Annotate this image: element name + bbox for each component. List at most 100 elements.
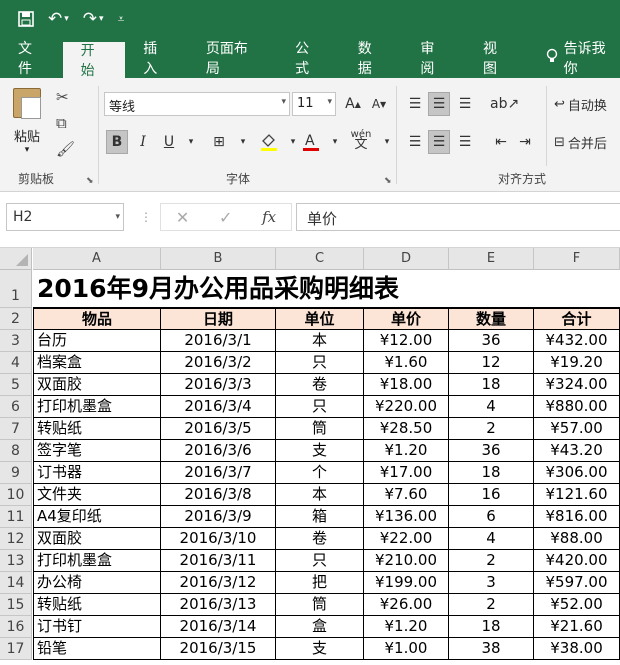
header-cell[interactable]: 单价	[364, 308, 449, 330]
table-cell[interactable]: 双面胶	[33, 528, 161, 550]
table-cell[interactable]: ¥57.00	[534, 418, 620, 440]
table-cell[interactable]: 2016/3/14	[161, 616, 276, 638]
tab-page-layout[interactable]: 页面布局	[188, 38, 277, 78]
header-cell[interactable]: 合计	[534, 308, 620, 330]
chevron-down-icon[interactable]: ▾	[180, 130, 202, 154]
table-cell[interactable]: ¥121.60	[534, 484, 620, 506]
table-cell[interactable]: 打印机墨盒	[33, 396, 161, 418]
table-cell[interactable]: 2016/3/13	[161, 594, 276, 616]
table-cell[interactable]: 把	[276, 572, 364, 594]
table-cell[interactable]: 3	[449, 572, 534, 594]
table-cell[interactable]: 12	[449, 352, 534, 374]
table-cell[interactable]: 转贴纸	[33, 418, 161, 440]
table-cell[interactable]: ¥880.00	[534, 396, 620, 418]
sheet-title[interactable]: 2016年9月办公用品采购明细表	[33, 270, 620, 308]
header-cell[interactable]: 数量	[449, 308, 534, 330]
increase-indent-icon[interactable]: ⇥	[514, 130, 536, 154]
chevron-down-icon[interactable]: ▾	[324, 130, 346, 154]
table-cell[interactable]: ¥220.00	[364, 396, 449, 418]
chevron-down-icon[interactable]: ▾	[232, 130, 254, 154]
redo-icon[interactable]: ↷ ▾	[83, 9, 104, 29]
table-cell[interactable]: ¥597.00	[534, 572, 620, 594]
table-cell[interactable]: 卷	[276, 374, 364, 396]
fill-color-icon[interactable]	[258, 130, 280, 154]
name-box[interactable]: H2 ▾	[6, 203, 124, 231]
header-cell[interactable]: 物品	[33, 308, 161, 330]
tab-formulas[interactable]: 公式	[277, 38, 340, 78]
tab-data[interactable]: 数据	[340, 38, 403, 78]
table-cell[interactable]: ¥324.00	[534, 374, 620, 396]
cut-icon[interactable]: ✂	[56, 88, 69, 106]
table-cell[interactable]: ¥17.00	[364, 462, 449, 484]
row-header[interactable]: 4	[0, 352, 32, 374]
phonetic-guide-icon[interactable]: wén 文	[350, 128, 372, 152]
row-header[interactable]: 2	[0, 308, 32, 330]
table-cell[interactable]: 2016/3/9	[161, 506, 276, 528]
table-cell[interactable]: 筒	[276, 594, 364, 616]
table-cell[interactable]: ¥210.00	[364, 550, 449, 572]
table-cell[interactable]: 2016/3/3	[161, 374, 276, 396]
table-cell[interactable]: 2016/3/12	[161, 572, 276, 594]
table-cell[interactable]: 2016/3/1	[161, 330, 276, 352]
table-cell[interactable]: ¥7.60	[364, 484, 449, 506]
table-cell[interactable]: ¥136.00	[364, 506, 449, 528]
merge-center-button[interactable]: ⊟ 合并后	[554, 130, 607, 154]
row-header[interactable]: 3	[0, 330, 32, 352]
formula-input[interactable]: 单价	[296, 203, 620, 231]
undo-icon[interactable]: ↶ ▾	[48, 9, 69, 29]
cancel-icon[interactable]: ✕	[176, 208, 189, 227]
italic-button[interactable]: I	[132, 130, 154, 154]
table-cell[interactable]: 双面胶	[33, 374, 161, 396]
table-cell[interactable]: 只	[276, 396, 364, 418]
align-left-icon[interactable]: ☰	[404, 130, 426, 154]
table-cell[interactable]: 档案盒	[33, 352, 161, 374]
table-cell[interactable]: 4	[449, 396, 534, 418]
copy-icon[interactable]: ⧉	[56, 114, 67, 132]
format-painter-icon[interactable]: 🖌	[56, 140, 75, 158]
table-cell[interactable]: 盒	[276, 616, 364, 638]
table-cell[interactable]: 18	[449, 462, 534, 484]
tab-file[interactable]: 文件	[0, 38, 63, 78]
table-cell[interactable]: 卷	[276, 528, 364, 550]
table-cell[interactable]: A4复印纸	[33, 506, 161, 528]
row-header[interactable]: 14	[0, 572, 32, 594]
table-cell[interactable]: 16	[449, 484, 534, 506]
table-cell[interactable]: 2	[449, 594, 534, 616]
tell-me-box[interactable]: 告诉我你	[528, 38, 620, 78]
row-header[interactable]: 5	[0, 374, 32, 396]
table-cell[interactable]: 2016/3/6	[161, 440, 276, 462]
table-cell[interactable]: 18	[449, 616, 534, 638]
align-center-icon[interactable]: ☰	[428, 130, 450, 154]
column-header-c[interactable]: C	[276, 248, 364, 270]
select-all-button[interactable]	[0, 248, 32, 270]
header-cell[interactable]: 日期	[161, 308, 276, 330]
enter-icon[interactable]: ✓	[219, 208, 232, 227]
insert-function-icon[interactable]: fx	[262, 208, 276, 226]
decrease-indent-icon[interactable]: ⇤	[490, 130, 512, 154]
table-cell[interactable]: 办公椅	[33, 572, 161, 594]
decrease-font-icon[interactable]: A ▼	[368, 92, 390, 116]
table-cell[interactable]: 转贴纸	[33, 594, 161, 616]
table-cell[interactable]: 本	[276, 484, 364, 506]
table-cell[interactable]: ¥28.50	[364, 418, 449, 440]
table-cell[interactable]: 支	[276, 440, 364, 462]
align-middle-icon[interactable]: ☰	[428, 92, 450, 116]
save-icon[interactable]	[18, 11, 34, 27]
column-header-d[interactable]: D	[364, 248, 449, 270]
table-cell[interactable]: ¥420.00	[534, 550, 620, 572]
column-header-f[interactable]: F	[534, 248, 620, 270]
table-cell[interactable]: 2016/3/5	[161, 418, 276, 440]
table-cell[interactable]: ¥816.00	[534, 506, 620, 528]
table-cell[interactable]: 个	[276, 462, 364, 484]
row-header[interactable]: 9	[0, 462, 32, 484]
customize-icon[interactable]: ⩡	[118, 12, 125, 27]
table-cell[interactable]: 2016/3/11	[161, 550, 276, 572]
table-cell[interactable]: 订书钉	[33, 616, 161, 638]
table-cell[interactable]: 2016/3/7	[161, 462, 276, 484]
table-cell[interactable]: 2016/3/10	[161, 528, 276, 550]
table-cell[interactable]: ¥1.20	[364, 616, 449, 638]
table-cell[interactable]: 36	[449, 440, 534, 462]
table-cell[interactable]: 签字笔	[33, 440, 161, 462]
align-top-icon[interactable]: ☰	[404, 92, 426, 116]
table-cell[interactable]: ¥22.00	[364, 528, 449, 550]
